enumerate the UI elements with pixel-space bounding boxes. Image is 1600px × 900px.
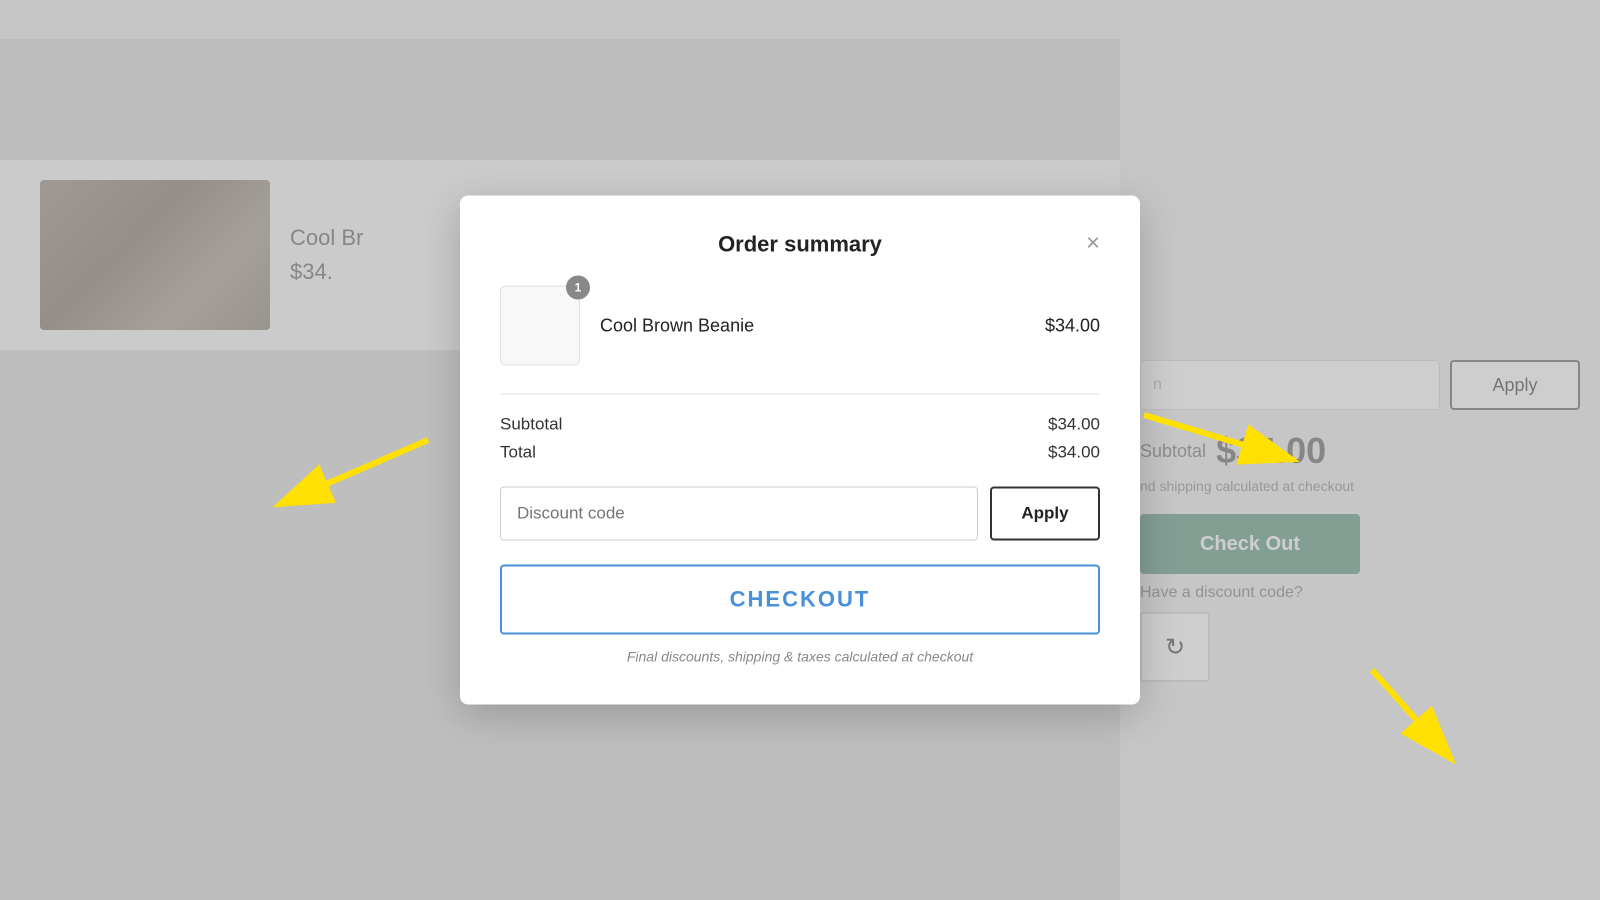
order-summary-modal: Order summary × 1 Cool Brown Beanie $34.… [460,196,1140,705]
modal-totals: Subtotal $34.00 Total $34.00 [500,415,1100,463]
total-label: Total [500,443,536,463]
modal-product-price: $34.00 [1045,315,1100,336]
modal-product-image-wrap: 1 [500,286,580,366]
total-row: Total $34.00 [500,443,1100,463]
modal-divider [500,394,1100,395]
checkout-button[interactable]: CHECKOUT [500,565,1100,635]
subtotal-label: Subtotal [500,415,562,435]
subtotal-value: $34.00 [1048,415,1100,435]
modal-product-item: 1 Cool Brown Beanie $34.00 [500,286,1100,366]
modal-close-button[interactable]: × [1086,232,1100,256]
apply-discount-button[interactable]: Apply [990,487,1100,541]
modal-product-name: Cool Brown Beanie [600,315,1025,336]
modal-title: Order summary [718,232,882,257]
modal-discount-row: Apply [500,487,1100,541]
modal-header: Order summary × [500,232,1100,258]
product-quantity-badge: 1 [566,276,590,300]
total-value: $34.00 [1048,443,1100,463]
subtotal-row: Subtotal $34.00 [500,415,1100,435]
modal-product-image [500,286,580,366]
discount-code-input[interactable] [500,487,978,541]
checkout-disclaimer: Final discounts, shipping & taxes calcul… [500,649,1100,665]
